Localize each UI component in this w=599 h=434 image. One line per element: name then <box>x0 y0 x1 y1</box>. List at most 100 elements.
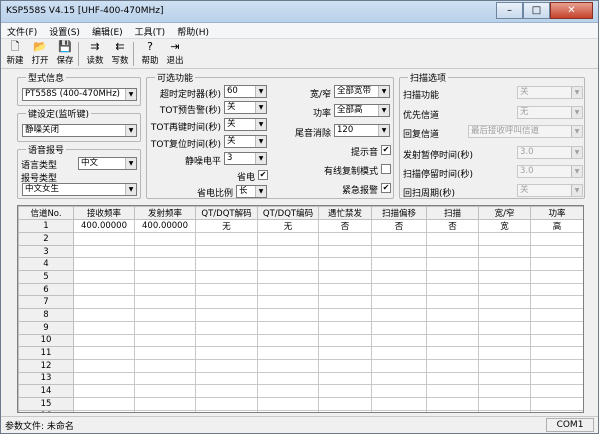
column-header[interactable]: 接收频率 <box>73 206 135 220</box>
table-cell[interactable] <box>478 358 531 373</box>
back-scan-select[interactable]: 关 ▼ <box>517 184 583 197</box>
squelch-level-select[interactable]: 3 ▼ <box>224 152 267 165</box>
table-cell[interactable] <box>73 384 135 398</box>
table-cell[interactable] <box>371 396 427 411</box>
table-cell[interactable] <box>426 232 479 246</box>
table-cell[interactable] <box>195 358 258 373</box>
table-cell[interactable] <box>73 270 135 284</box>
table-cell[interactable] <box>426 371 479 386</box>
table-cell[interactable]: 无 <box>195 219 258 233</box>
table-cell[interactable] <box>134 270 196 284</box>
table-cell[interactable] <box>426 346 479 360</box>
table-row[interactable]: 8 <box>18 308 583 322</box>
model-select[interactable]: PT558S (400-470MHz) ▼ <box>22 88 137 101</box>
table-cell[interactable] <box>257 320 319 335</box>
table-cell[interactable] <box>478 409 531 412</box>
table-cell[interactable] <box>426 270 479 284</box>
table-cell[interactable] <box>134 346 196 360</box>
table-cell[interactable] <box>73 295 135 310</box>
table-cell[interactable] <box>195 409 258 412</box>
table-cell[interactable] <box>478 384 531 398</box>
table-cell[interactable] <box>478 333 531 348</box>
squelch-key-select[interactable]: 静噪关闭 ▼ <box>22 124 137 137</box>
table-cell[interactable] <box>426 308 479 322</box>
table-cell[interactable] <box>195 308 258 322</box>
table-cell[interactable] <box>73 371 135 386</box>
title-bar[interactable]: KSP558S V4.15 [UHF-400-470MHz] – □ ✕ <box>1 1 598 23</box>
column-header[interactable]: 扫描偏移 <box>371 206 427 220</box>
column-header[interactable]: 功率 <box>530 206 583 220</box>
new-button[interactable]: 🗋 新建 <box>4 39 26 68</box>
table-cell[interactable] <box>318 270 372 284</box>
column-header[interactable]: QT/DQT编码 <box>257 206 319 220</box>
table-cell[interactable] <box>318 371 372 386</box>
emergency-alarm-checkbox[interactable]: ✔ <box>381 183 391 193</box>
table-cell[interactable] <box>73 396 135 411</box>
table-cell[interactable] <box>371 257 427 272</box>
table-cell[interactable] <box>478 371 531 386</box>
table-cell[interactable] <box>478 295 531 310</box>
table-cell[interactable] <box>73 244 135 259</box>
table-cell[interactable] <box>257 384 319 398</box>
table-cell[interactable] <box>73 333 135 348</box>
table-cell[interactable] <box>371 244 427 259</box>
table-row[interactable]: 15 <box>18 396 583 411</box>
table-cell[interactable] <box>426 244 479 259</box>
table-cell[interactable] <box>530 384 583 398</box>
table-cell[interactable] <box>478 282 531 297</box>
table-row[interactable]: 6 <box>18 282 583 297</box>
exit-button[interactable]: ⇥ 退出 <box>164 39 186 68</box>
tot-prealert-select[interactable]: 关 ▼ <box>224 101 267 114</box>
table-cell[interactable] <box>318 346 372 360</box>
table-cell[interactable] <box>257 232 319 246</box>
open-button[interactable]: 📂 打开 <box>29 39 51 68</box>
tot-reset-select[interactable]: 关 ▼ <box>224 135 267 148</box>
table-cell[interactable] <box>530 257 583 272</box>
help-button[interactable]: ? 帮助 <box>139 39 161 68</box>
table-cell[interactable] <box>530 346 583 360</box>
table-cell[interactable] <box>134 396 196 411</box>
table-cell[interactable] <box>257 371 319 386</box>
table-cell[interactable] <box>195 232 258 246</box>
table-cell[interactable] <box>530 232 583 246</box>
table-cell[interactable] <box>426 282 479 297</box>
table-cell[interactable] <box>318 232 372 246</box>
table-cell[interactable] <box>134 333 196 348</box>
table-cell[interactable] <box>478 308 531 322</box>
table-cell[interactable] <box>530 358 583 373</box>
table-cell[interactable] <box>195 396 258 411</box>
column-header[interactable]: 宽/窄 <box>478 206 531 220</box>
table-cell[interactable] <box>73 358 135 373</box>
table-row[interactable]: 5 <box>18 270 583 284</box>
table-cell[interactable] <box>530 333 583 348</box>
table-cell[interactable] <box>478 244 531 259</box>
table-cell[interactable] <box>257 358 319 373</box>
table-cell[interactable] <box>257 396 319 411</box>
table-cell[interactable] <box>371 320 427 335</box>
table-cell[interactable] <box>530 396 583 411</box>
table-cell[interactable] <box>195 270 258 284</box>
table-row[interactable]: 4 <box>18 257 583 272</box>
table-cell[interactable] <box>73 320 135 335</box>
bandwidth-select[interactable]: 全部宽带 ▼ <box>334 85 390 98</box>
menu-file[interactable]: 文件(F) <box>1 23 43 38</box>
column-header[interactable]: 信道No. <box>18 206 74 220</box>
table-cell[interactable] <box>134 232 196 246</box>
table-cell[interactable] <box>257 295 319 310</box>
table-cell[interactable] <box>371 358 427 373</box>
table-cell[interactable] <box>371 295 427 310</box>
table-cell[interactable] <box>195 257 258 272</box>
table-cell[interactable] <box>73 232 135 246</box>
table-cell[interactable] <box>371 308 427 322</box>
clone-mode-checkbox[interactable] <box>381 164 391 174</box>
battery-save-checkbox[interactable]: ✔ <box>258 170 268 180</box>
table-cell[interactable] <box>318 409 372 412</box>
table-cell[interactable] <box>478 232 531 246</box>
table-cell[interactable] <box>318 282 372 297</box>
tot-rekey-select[interactable]: 关 ▼ <box>224 118 267 131</box>
table-row[interactable]: 3 <box>18 244 583 259</box>
table-cell[interactable]: 无 <box>257 219 319 233</box>
table-cell[interactable] <box>530 308 583 322</box>
voice-type-select[interactable]: 中文女生 ▼ <box>22 183 137 196</box>
table-cell[interactable]: 否 <box>426 219 479 233</box>
